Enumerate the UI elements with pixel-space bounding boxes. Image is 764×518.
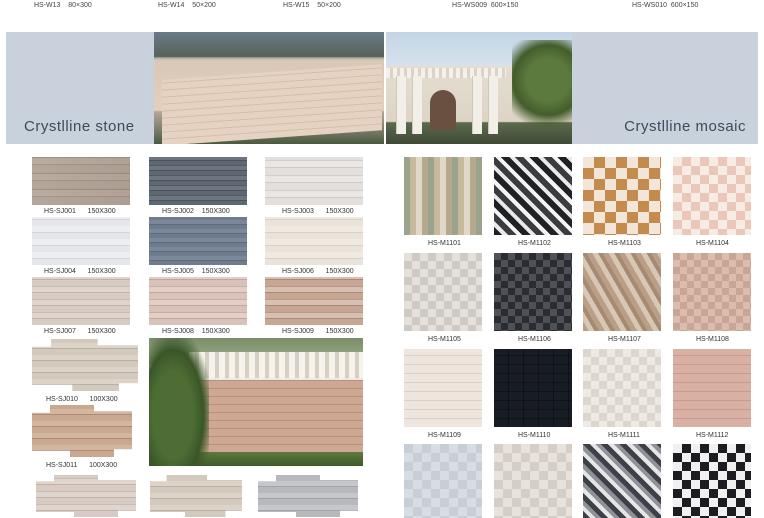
mosaic-caption: HS-M1107 [608, 336, 641, 343]
top-label-ws010: HS-WS010 600×150 [632, 2, 699, 9]
top-label-w15: HS-W15 50×200 [283, 2, 341, 9]
tile-caption: HS-SJ010 100X300 [46, 396, 118, 403]
tile-caption: HS-SJ001 150X300 [44, 208, 116, 215]
mosaic-image-m1111 [583, 349, 661, 427]
tile-caption: HS-SJ009 150X300 [282, 328, 354, 335]
tile-image-sj008 [149, 277, 247, 325]
tile-image-sj002 [149, 157, 247, 205]
top-label-w14: HS-W14 50×200 [158, 2, 216, 9]
tile-image-sj001 [32, 157, 130, 205]
tile-caption: HS-SJ003 150X300 [282, 208, 354, 215]
top-label-w13: HS-W13 80×300 [34, 2, 92, 9]
mosaic-image-m1106 [494, 253, 572, 331]
mosaic-caption: HS-M1104 [696, 240, 729, 247]
tile-image-sj007 [32, 277, 130, 325]
stone-banner: Crystlline stone [6, 32, 154, 144]
top-label-ws009: HS-WS009 600×150 [452, 2, 519, 9]
mosaic-caption: HS-M1102 [518, 240, 551, 247]
tile-caption: HS-SJ007 150X300 [44, 328, 116, 335]
tile-image-bottom-3 [258, 475, 358, 517]
tile-caption: HS-SJ008 150X300 [162, 328, 230, 335]
tile-image-sj006 [265, 217, 363, 265]
tile-image-bottom-1 [36, 475, 136, 517]
mosaic-caption: HS-M1103 [608, 240, 641, 247]
mosaic-image-bottom-1 [404, 444, 482, 518]
mosaic-image-m1102 [494, 157, 572, 235]
stone-section-title: Crystlline stone [24, 118, 135, 135]
tile-image-sj004 [32, 217, 130, 265]
tile-image-bottom-2 [150, 475, 242, 517]
garden-wall-photo [149, 338, 363, 466]
tile-image-sj003 [265, 157, 363, 205]
mosaic-image-m1108 [673, 253, 751, 331]
tile-caption: HS-SJ002 150X300 [162, 208, 230, 215]
tile-image-sj010 [32, 339, 138, 391]
mosaic-caption: HS-M1108 [696, 336, 729, 343]
mosaic-caption: HS-M1106 [518, 336, 551, 343]
tile-caption: HS-SJ005 150X300 [162, 268, 230, 275]
mosaic-caption: HS-M1105 [428, 336, 461, 343]
tile-caption: HS-SJ011 100X300 [46, 462, 118, 469]
stone-wall-photo [154, 32, 384, 144]
mosaic-image-m1105 [404, 253, 482, 331]
mosaic-caption: HS-M1101 [428, 240, 461, 247]
tile-image-sj005 [149, 217, 247, 265]
tile-caption: HS-SJ006 150X300 [282, 268, 354, 275]
tile-caption: HS-SJ004 150X300 [44, 268, 116, 275]
mosaic-image-bottom-2 [494, 444, 572, 518]
mosaic-banner: Crystlline mosaic [572, 32, 758, 144]
mosaic-section-title: Crystlline mosaic [624, 118, 746, 135]
villa-entrance-photo [386, 32, 572, 144]
mosaic-image-m1112 [673, 349, 751, 427]
mosaic-image-m1101 [404, 157, 482, 235]
mosaic-caption: HS-M1110 [518, 432, 551, 439]
mosaic-image-m1103 [583, 157, 661, 235]
tile-image-sj009 [265, 277, 363, 325]
mosaic-caption: HS-M1111 [608, 432, 640, 439]
mosaic-image-bottom-4 [673, 444, 751, 518]
mosaic-caption: HS-M1109 [428, 432, 461, 439]
mosaic-image-bottom-3 [583, 444, 661, 518]
mosaic-image-m1104 [673, 157, 751, 235]
mosaic-image-m1109 [404, 349, 482, 427]
mosaic-caption: HS-M1112 [696, 432, 729, 439]
tile-image-sj011 [32, 405, 132, 457]
mosaic-image-m1107 [583, 253, 661, 331]
mosaic-image-m1110 [494, 349, 572, 427]
